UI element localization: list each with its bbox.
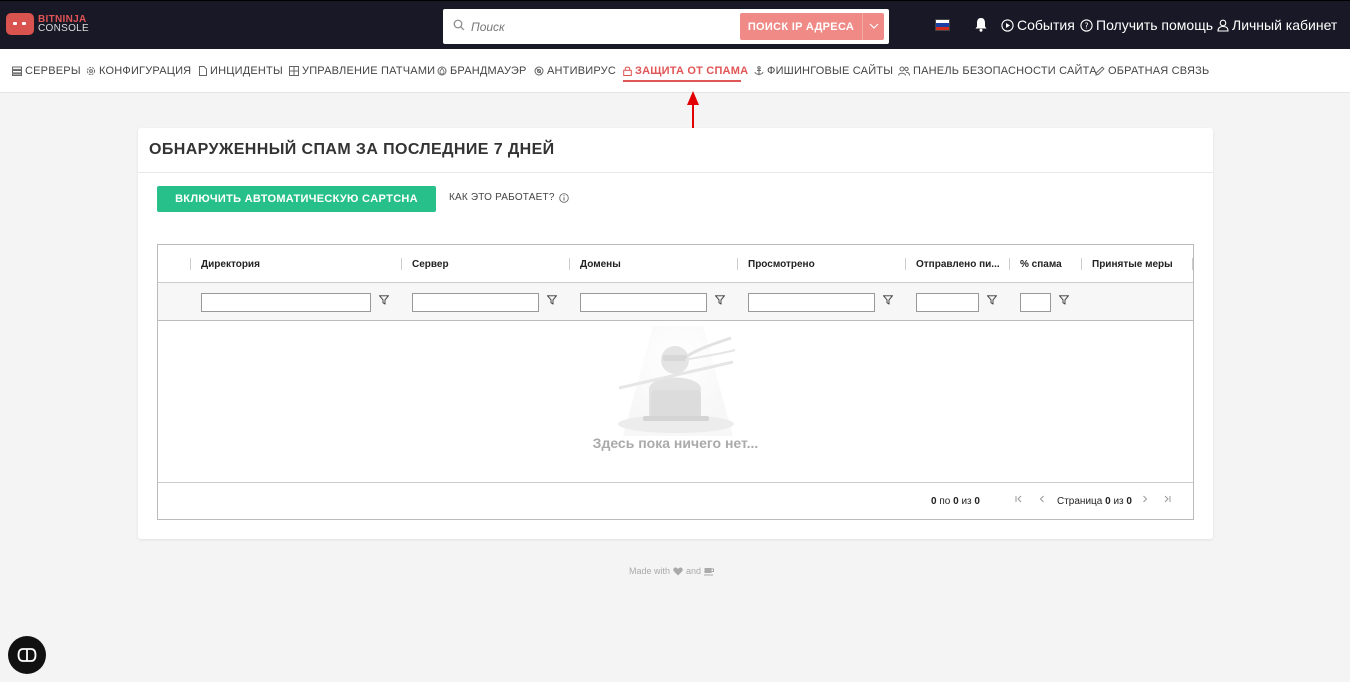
user-icon — [1217, 19, 1229, 32]
column-header-viewed[interactable]: Просмотрено — [748, 259, 898, 270]
filter-icon[interactable] — [715, 295, 725, 305]
annotation-arrow-line — [692, 104, 694, 128]
active-tab-underline — [623, 80, 741, 82]
filter-input-directory[interactable] — [201, 293, 371, 312]
nav-item-incidents[interactable]: ИНЦИДЕНТЫ — [199, 65, 283, 77]
anchor-icon — [754, 66, 764, 76]
bitninja-logo[interactable]: BITNINJA CONSOLE — [6, 13, 89, 35]
grid-header: Директория Сервер Домены Просмотрено Отп… — [158, 245, 1193, 283]
how-it-works-link[interactable]: КАК ЭТО РАБОТАЕТ? — [449, 192, 569, 203]
nav-item-patch-management[interactable]: УПРАВЛЕНИЕ ПАТЧАМИ — [289, 65, 435, 77]
firewall-icon — [437, 66, 447, 76]
nav-item-site-security-panel[interactable]: ПАНЕЛЬ БЕЗОПАСНОСТИ САЙТА — [898, 65, 1097, 77]
lock-icon — [623, 66, 632, 76]
info-icon — [558, 192, 569, 203]
nav-item-configuration[interactable]: КОНФИГУРАЦИЯ — [86, 65, 191, 77]
column-header-directory[interactable]: Директория — [201, 259, 391, 270]
help-link[interactable]: ? Получить помощь — [1080, 17, 1213, 33]
main-nav: СЕРВЕРЫ КОНФИГУРАЦИЯ ИНЦИДЕНТЫ УПРАВЛЕНИ… — [0, 49, 1350, 93]
chevron-down-icon — [869, 23, 879, 29]
last-page-icon[interactable] — [1162, 494, 1172, 504]
nav-item-spam-protection[interactable]: ЗАЩИТА ОТ СПАМА — [623, 65, 748, 77]
coffee-icon — [704, 567, 715, 575]
grid-filter-row — [158, 283, 1193, 321]
first-page-icon[interactable] — [1014, 494, 1024, 504]
nav-item-phishing-sites[interactable]: ФИШИНГОВЫЕ САЙТЫ — [754, 65, 893, 77]
gear-icon — [86, 66, 96, 76]
nav-item-firewall[interactable]: БРАНДМАУЭР — [437, 65, 527, 77]
ninja-laptop-illustration — [618, 326, 736, 436]
search-icon — [453, 19, 465, 31]
empty-state: Здесь пока ничего нет... — [158, 321, 1193, 482]
spam-data-grid: Директория Сервер Домены Просмотрено Отп… — [157, 244, 1194, 520]
events-link[interactable]: События — [1001, 17, 1075, 33]
column-header-domains[interactable]: Домены — [580, 259, 730, 270]
play-circle-icon — [1001, 18, 1014, 32]
servers-icon — [12, 66, 22, 76]
nav-item-antivirus[interactable]: АНТИВИРУС — [534, 65, 616, 77]
question-circle-icon: ? — [1080, 18, 1093, 32]
chat-widget-button[interactable] — [8, 636, 46, 674]
spam-card: ОБНАРУЖЕННЫЙ СПАМ ЗА ПОСЛЕДНИЕ 7 ДНЕЙ ВК… — [138, 128, 1213, 539]
made-with-footer: Made with and — [629, 566, 718, 576]
svg-text:?: ? — [1084, 21, 1088, 30]
filter-input-viewed[interactable] — [748, 293, 875, 312]
ninja-logo-icon — [6, 13, 34, 35]
empty-state-text: Здесь пока ничего нет... — [592, 435, 759, 451]
next-page-icon[interactable] — [1140, 494, 1150, 504]
filter-input-server[interactable] — [412, 293, 539, 312]
filter-icon[interactable] — [1059, 295, 1069, 305]
ip-search-dropdown[interactable] — [862, 13, 884, 40]
filter-input-spam-percent[interactable] — [1020, 293, 1051, 312]
filter-icon[interactable] — [547, 295, 557, 305]
filter-icon[interactable] — [987, 295, 997, 305]
language-flag-ru[interactable] — [935, 19, 950, 31]
card-divider — [138, 172, 1213, 173]
column-header-actions-taken[interactable]: Принятые меры — [1092, 259, 1182, 270]
filter-input-sent-emails[interactable] — [916, 293, 979, 312]
column-header-server[interactable]: Сервер — [412, 259, 562, 270]
annotation-arrow-head — [687, 91, 699, 105]
top-bar: BITNINJA CONSOLE ПОИСК IP АДРЕСА События — [0, 0, 1350, 49]
bell-icon[interactable] — [974, 17, 988, 32]
enable-captcha-button[interactable]: ВКЛЮЧИТЬ АВТОМАТИЧЕСКУЮ CAPTCHA — [157, 186, 436, 212]
grid-pagination: 0 по 0 из 0 Страница 0 из 0 — [158, 482, 1193, 519]
page-title: ОБНАРУЖЕННЫЙ СПАМ ЗА ПОСЛЕДНИЕ 7 ДНЕЙ — [149, 141, 555, 158]
column-header-sent-emails[interactable]: Отправлено пи... — [916, 259, 1000, 270]
column-header-spam-percent[interactable]: % спама — [1020, 259, 1080, 270]
page-summary: Страница 0 из 0 — [1057, 496, 1132, 507]
grid-icon — [289, 66, 299, 76]
heart-icon — [673, 567, 683, 575]
search-box: ПОИСК IP АДРЕСА — [443, 9, 889, 44]
nav-item-servers[interactable]: СЕРВЕРЫ — [12, 65, 81, 77]
filter-icon[interactable] — [883, 295, 893, 305]
rows-summary: 0 по 0 из 0 — [931, 496, 980, 507]
previous-page-icon[interactable] — [1037, 494, 1047, 504]
chat-icon — [17, 648, 37, 662]
filter-icon[interactable] — [379, 295, 389, 305]
pencil-icon — [1095, 66, 1105, 76]
nav-item-feedback[interactable]: ОБРАТНАЯ СВЯЗЬ — [1095, 65, 1209, 77]
logo-line2: CONSOLE — [38, 23, 90, 34]
users-icon — [898, 66, 910, 76]
document-icon — [199, 66, 207, 76]
ip-search-button[interactable]: ПОИСК IP АДРЕСА — [740, 13, 862, 40]
account-link[interactable]: Личный кабинет — [1217, 17, 1337, 33]
filter-input-domains[interactable] — [580, 293, 707, 312]
virus-icon — [534, 66, 544, 76]
search-input[interactable] — [471, 17, 771, 37]
